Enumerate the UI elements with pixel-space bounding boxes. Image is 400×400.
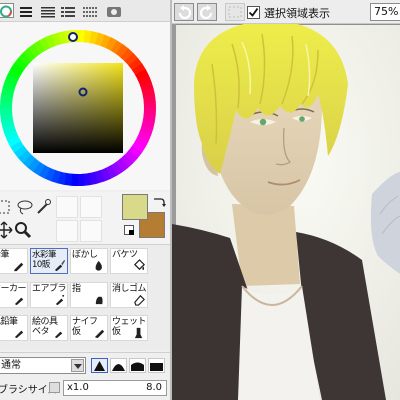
marker-icon	[14, 297, 24, 306]
canvas-toolbar: 選択領域表示 75%	[172, 0, 400, 24]
airbrush-icon	[55, 294, 65, 306]
artwork-canvas[interactable]	[172, 24, 400, 400]
color-wheel[interactable]	[0, 22, 170, 190]
right-iris	[299, 116, 305, 122]
brush-paint[interactable]: 絵の具 ベタ	[30, 315, 68, 341]
brush-shape-round[interactable]	[129, 358, 146, 373]
hsv-sliders-icon	[41, 7, 55, 18]
size-value: 8.0	[146, 382, 162, 393]
brush-label: 鉛筆	[0, 250, 10, 260]
color-pencil-icon	[14, 330, 24, 339]
canvas-area[interactable]	[172, 24, 400, 400]
empty-slot	[80, 220, 102, 242]
color-wheel-icon	[0, 5, 12, 18]
undo-icon	[178, 5, 192, 20]
tab-user-color[interactable]	[80, 3, 98, 18]
empty-slot	[56, 196, 78, 218]
blend-mode-select[interactable]: 通常	[0, 357, 86, 374]
chevron-down-icon[interactable]	[71, 359, 84, 372]
tab-color-wheel[interactable]	[0, 3, 14, 18]
brush-color-pencil[interactable]: 色鉛筆	[0, 315, 28, 341]
brush-watercolor-brush[interactable]: 水彩筆 10販	[30, 248, 68, 274]
size-multiplier[interactable]: x1.0	[67, 382, 89, 393]
brush-blur[interactable]: ぼかし	[70, 248, 108, 274]
paint-icon	[54, 331, 63, 339]
zoom-tool-icon[interactable]	[14, 221, 32, 239]
show-selection-checkbox[interactable]	[247, 6, 260, 19]
shape-round-icon	[131, 362, 144, 371]
brush-size-row: ブラシサイズ x1.0 8.0	[0, 376, 170, 400]
brush-label: 指	[72, 284, 81, 294]
main-color-swatch[interactable]	[122, 194, 148, 220]
brush-bucket[interactable]: バケツ	[110, 248, 148, 274]
scratchpad-icon	[107, 7, 121, 17]
tab-color-swatches[interactable]	[58, 3, 76, 18]
watercolor-brush-icon	[54, 259, 66, 272]
wet-brush-icon	[134, 327, 143, 339]
eraser-icon	[134, 294, 145, 306]
undo-button[interactable]	[174, 3, 194, 21]
color-tool-panel: 鉛筆 水彩筆 10販ぼかしバケツマーカーエアブラシ指 消しゴム色鉛筆絵の具 ベタナイ…	[0, 0, 170, 400]
color-panel-tabs	[0, 0, 170, 22]
brush-marker[interactable]: マーカー	[0, 282, 28, 308]
brush-finger[interactable]: 指	[70, 282, 108, 308]
user-color-icon	[83, 7, 97, 17]
tab-hsv-sliders[interactable]	[38, 3, 56, 18]
checkmark-icon	[248, 7, 259, 17]
redo-button[interactable]	[197, 3, 217, 21]
brush-pencil[interactable]: 鉛筆	[0, 248, 28, 274]
tab-rgb-sliders[interactable]	[16, 3, 34, 18]
blur-icon	[95, 260, 102, 271]
selection-tool-icon[interactable]	[0, 198, 12, 216]
brush-knife[interactable]: ナイフ 仮	[70, 315, 108, 341]
shape-flat-icon	[150, 363, 163, 371]
show-selection-label: 選択領域表示	[264, 7, 330, 20]
reset-colors-icon[interactable]	[124, 225, 134, 235]
redo-icon	[199, 5, 213, 20]
tab-scratchpad[interactable]	[104, 3, 122, 18]
brush-shape-hard[interactable]	[91, 358, 108, 373]
blend-mode-row: 通常	[0, 352, 170, 376]
size-preset-button[interactable]	[49, 382, 60, 393]
brush-size-slider[interactable]: x1.0 8.0	[63, 380, 167, 396]
rgb-sliders-icon	[20, 7, 32, 17]
brush-tool-grid: 鉛筆 水彩筆 10販ぼかしバケツマーカーエアブラシ指 消しゴム色鉛筆絵の具 ベタナイ…	[0, 244, 170, 350]
bucket-icon	[134, 259, 145, 271]
blend-mode-value: 通常	[1, 360, 21, 371]
pencil-icon	[13, 262, 24, 272]
deselect-icon	[228, 6, 242, 18]
shape-hard-icon	[94, 361, 105, 371]
color-swatches-icon	[61, 7, 75, 17]
shape-soft-icon	[112, 364, 125, 371]
empty-slot	[80, 196, 102, 218]
brush-shape-flat[interactable]	[148, 358, 165, 373]
lasso-tool-icon[interactable]	[16, 198, 34, 216]
hue-marker[interactable]	[68, 32, 78, 42]
brush-eraser[interactable]: 消しゴム	[110, 282, 148, 308]
move-tool-icon[interactable]	[0, 221, 13, 239]
zoom-level[interactable]: 75%	[370, 3, 400, 21]
brush-wet-brush[interactable]: ウェット 仮	[110, 315, 148, 341]
finger-icon	[95, 296, 103, 305]
left-iris	[259, 118, 267, 126]
value-gradient-overlay	[33, 63, 123, 153]
deselect-button[interactable]	[225, 3, 245, 21]
brush-shape-soft[interactable]	[110, 358, 127, 373]
magic-wand-icon[interactable]	[35, 197, 53, 215]
empty-slot	[56, 220, 78, 242]
brush-airbrush[interactable]: エアブラシ	[30, 282, 68, 308]
swap-colors-icon[interactable]	[152, 196, 166, 208]
knife-icon	[94, 329, 105, 339]
